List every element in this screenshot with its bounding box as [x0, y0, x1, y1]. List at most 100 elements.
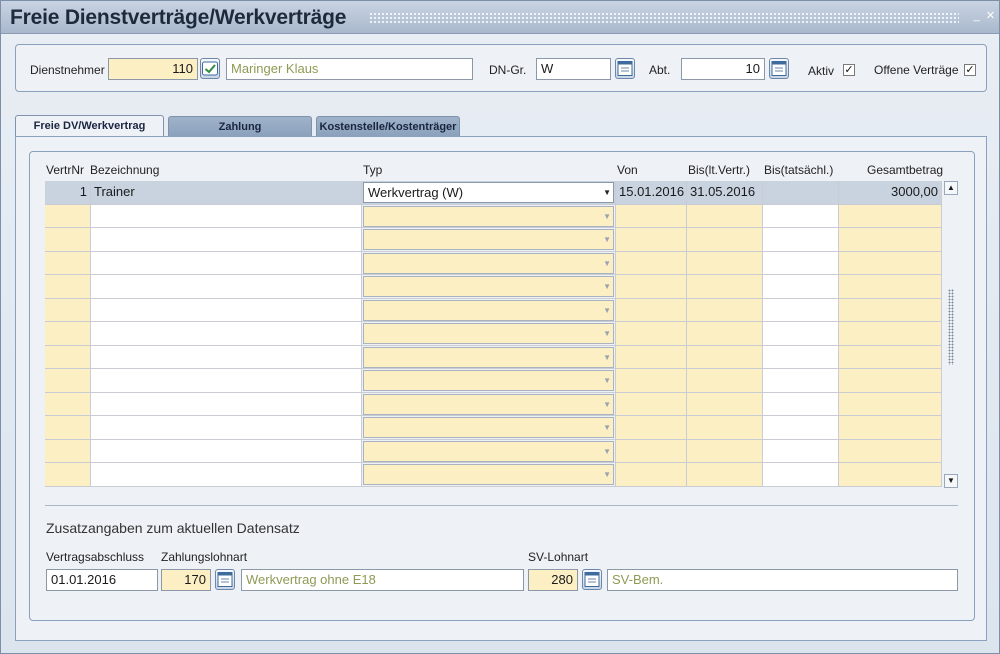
- dropdown-arrow-icon[interactable]: ▼: [603, 418, 611, 437]
- cell-von[interactable]: [616, 369, 687, 393]
- cell-bis-tatsaechl[interactable]: [763, 463, 839, 487]
- abt-lookup-button[interactable]: [769, 58, 789, 79]
- dropdown-arrow-icon[interactable]: ▼: [603, 324, 611, 343]
- cell-typ[interactable]: ▼: [362, 463, 616, 487]
- cell-bis-vertr[interactable]: [687, 345, 763, 369]
- cell-bis-vertr[interactable]: [687, 228, 763, 252]
- cell-von[interactable]: [616, 298, 687, 322]
- cell-bezeichnung[interactable]: [91, 439, 362, 463]
- table-row[interactable]: ▼: [45, 463, 942, 487]
- table-row[interactable]: ▼: [45, 416, 942, 440]
- table-row[interactable]: ▼: [45, 204, 942, 228]
- zahlungslohnart-input[interactable]: 170: [161, 569, 211, 591]
- cell-von[interactable]: 15.01.2016: [616, 181, 687, 205]
- cell-typ[interactable]: ▼: [362, 251, 616, 275]
- cell-bis-tatsaechl[interactable]: [763, 392, 839, 416]
- dienstnehmer-nr-input[interactable]: 110: [108, 58, 198, 80]
- cell-von[interactable]: [616, 463, 687, 487]
- cell-bezeichnung[interactable]: [91, 392, 362, 416]
- cell-typ[interactable]: Werkvertrag (W) ▼: [362, 181, 616, 205]
- typ-dropdown[interactable]: ▼: [363, 370, 614, 391]
- cell-typ[interactable]: ▼: [362, 369, 616, 393]
- typ-dropdown[interactable]: ▼: [363, 464, 614, 485]
- cell-vertrnr[interactable]: [45, 392, 91, 416]
- typ-dropdown[interactable]: ▼: [363, 346, 614, 368]
- confirm-lookup-button[interactable]: [200, 58, 220, 79]
- table-row[interactable]: ▼: [45, 369, 942, 393]
- tab-freie-dv-werkvertrag[interactable]: Freie DV/Werkvertrag: [15, 115, 164, 137]
- cell-vertrnr[interactable]: [45, 369, 91, 393]
- cell-typ[interactable]: ▼: [362, 416, 616, 440]
- svlohnart-input[interactable]: 280: [528, 569, 578, 591]
- aktiv-checkbox[interactable]: ✓: [843, 64, 855, 76]
- cell-typ[interactable]: ▼: [362, 275, 616, 299]
- cell-gesamtbetrag[interactable]: [839, 416, 942, 440]
- dropdown-arrow-icon[interactable]: ▼: [603, 348, 611, 367]
- dropdown-arrow-icon[interactable]: ▼: [603, 465, 611, 484]
- tab-kostenstelle[interactable]: Kostenstelle/Kostenträger: [316, 116, 460, 137]
- cell-vertrnr[interactable]: [45, 416, 91, 440]
- scroll-up-icon[interactable]: ▲: [944, 181, 958, 195]
- cell-bis-tatsaechl[interactable]: [763, 298, 839, 322]
- table-row[interactable]: ▼: [45, 275, 942, 299]
- cell-vertrnr[interactable]: 1: [45, 181, 91, 205]
- minimize-icon[interactable]: _: [971, 11, 982, 22]
- cell-bis-tatsaechl[interactable]: [763, 204, 839, 228]
- cell-gesamtbetrag[interactable]: [839, 228, 942, 252]
- cell-gesamtbetrag[interactable]: [839, 369, 942, 393]
- cell-vertrnr[interactable]: [45, 439, 91, 463]
- tab-zahlung[interactable]: Zahlung: [168, 116, 312, 137]
- table-row[interactable]: ▼: [45, 345, 942, 369]
- cell-bis-tatsaechl[interactable]: [763, 439, 839, 463]
- scroll-grip[interactable]: [948, 289, 954, 365]
- dngr-lookup-button[interactable]: [615, 58, 635, 79]
- cell-vertrnr[interactable]: [45, 275, 91, 299]
- cell-von[interactable]: [616, 204, 687, 228]
- cell-bezeichnung[interactable]: [91, 369, 362, 393]
- cell-gesamtbetrag[interactable]: [839, 275, 942, 299]
- cell-vertrnr[interactable]: [45, 463, 91, 487]
- cell-gesamtbetrag[interactable]: [839, 204, 942, 228]
- cell-von[interactable]: [616, 345, 687, 369]
- cell-bezeichnung[interactable]: [91, 463, 362, 487]
- cell-bis-tatsaechl[interactable]: [763, 181, 839, 205]
- cell-gesamtbetrag[interactable]: [839, 298, 942, 322]
- dropdown-arrow-icon[interactable]: ▼: [603, 395, 611, 414]
- typ-dropdown[interactable]: ▼: [363, 252, 614, 274]
- typ-dropdown[interactable]: Werkvertrag (W) ▼: [363, 182, 614, 203]
- cell-bis-tatsaechl[interactable]: [763, 416, 839, 440]
- cell-bezeichnung[interactable]: [91, 298, 362, 322]
- table-row[interactable]: ▼: [45, 322, 942, 346]
- cell-typ[interactable]: ▼: [362, 439, 616, 463]
- cell-gesamtbetrag[interactable]: [839, 322, 942, 346]
- cell-bis-vertr[interactable]: 31.05.2016: [687, 181, 763, 205]
- cell-bezeichnung[interactable]: [91, 228, 362, 252]
- cell-bezeichnung[interactable]: [91, 204, 362, 228]
- dropdown-arrow-icon[interactable]: ▼: [603, 277, 611, 296]
- cell-von[interactable]: [616, 228, 687, 252]
- cell-bezeichnung[interactable]: [91, 416, 362, 440]
- cell-von[interactable]: [616, 251, 687, 275]
- cell-bis-vertr[interactable]: [687, 439, 763, 463]
- typ-dropdown[interactable]: ▼: [363, 205, 614, 227]
- table-row[interactable]: ▼: [45, 298, 942, 322]
- typ-dropdown[interactable]: ▼: [363, 229, 614, 250]
- cell-von[interactable]: [616, 322, 687, 346]
- cell-typ[interactable]: ▼: [362, 204, 616, 228]
- cell-typ[interactable]: ▼: [362, 392, 616, 416]
- cell-bis-vertr[interactable]: [687, 204, 763, 228]
- cell-bis-tatsaechl[interactable]: [763, 322, 839, 346]
- dropdown-arrow-icon[interactable]: ▼: [603, 254, 611, 273]
- cell-bis-tatsaechl[interactable]: [763, 345, 839, 369]
- table-row[interactable]: ▼: [45, 251, 942, 275]
- cell-bis-vertr[interactable]: [687, 392, 763, 416]
- cell-bezeichnung[interactable]: [91, 251, 362, 275]
- cell-bezeichnung[interactable]: Trainer: [91, 181, 362, 205]
- cell-bis-vertr[interactable]: [687, 322, 763, 346]
- cell-vertrnr[interactable]: [45, 298, 91, 322]
- dropdown-arrow-icon[interactable]: ▼: [603, 183, 611, 202]
- cell-gesamtbetrag[interactable]: [839, 251, 942, 275]
- typ-dropdown[interactable]: ▼: [363, 417, 614, 438]
- cell-vertrnr[interactable]: [45, 204, 91, 228]
- typ-dropdown[interactable]: ▼: [363, 323, 614, 344]
